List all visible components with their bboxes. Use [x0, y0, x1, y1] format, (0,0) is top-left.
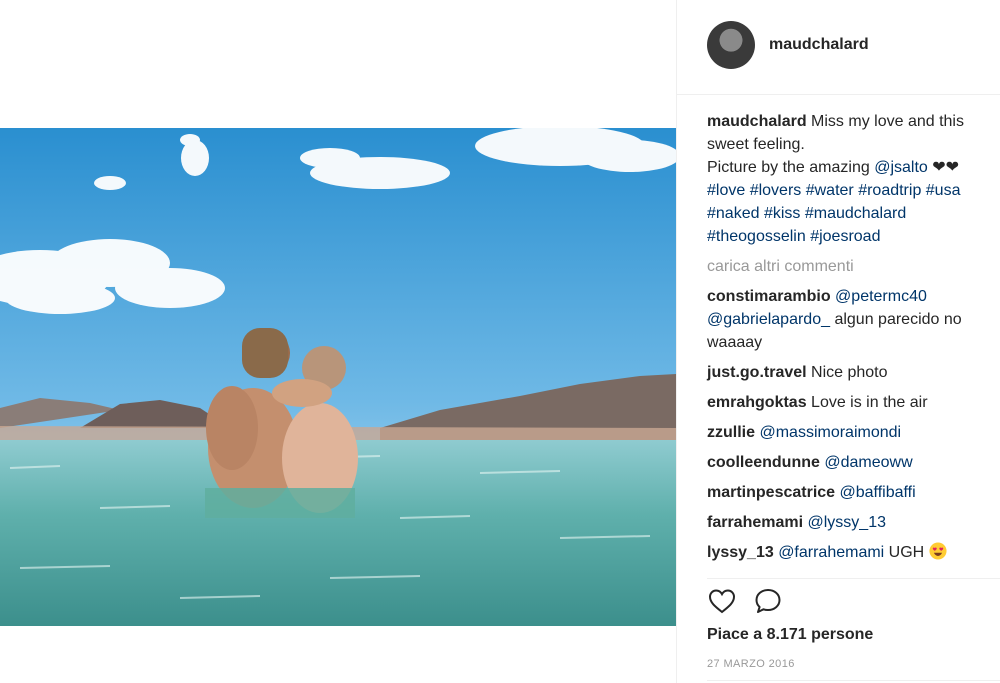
caption-username-link[interactable]: maudchalard	[707, 113, 807, 130]
heart-eyes-emoji-icon	[929, 542, 947, 560]
comment-username-link[interactable]: just.go.travel	[707, 364, 807, 381]
comment-text: Nice photo	[806, 364, 888, 381]
likes-count[interactable]: Piace a 8.171 persone	[707, 626, 873, 644]
load-more-comments-link[interactable]: carica altri commenti	[707, 257, 1000, 277]
comment-item: lyssy_13 @farrahemami UGH	[707, 541, 1000, 564]
post-sidebar: maudchalard maudchalard Miss my love and…	[676, 0, 1000, 683]
comment-username-link[interactable]: lyssy_13	[707, 544, 774, 561]
caption-mention-link[interactable]: @jsalto	[874, 159, 928, 176]
caption-hashtags-line2[interactable]: #naked #kiss #maudchalard	[707, 202, 1000, 225]
comment-mention-link[interactable]: @lyssy_13	[808, 514, 887, 531]
comment-mention-link[interactable]: @massimoraimondi	[759, 424, 901, 441]
comment-item: constimarambio @petermc40 @gabrielapardo…	[707, 285, 1000, 354]
comment-item: zzullie @massimoraimondi	[707, 421, 1000, 444]
comment-username-link[interactable]: coolleendunne	[707, 454, 820, 471]
photo-illustration	[0, 128, 676, 626]
heart-icon[interactable]	[707, 586, 737, 616]
comment-username-link[interactable]: farrahemami	[707, 514, 803, 531]
comment-item: coolleendunne @dameoww	[707, 451, 1000, 474]
caption-hashtags-line3[interactable]: #theogosselin #joesroad	[707, 225, 1000, 248]
comment-text: Love is in the air	[806, 394, 928, 411]
comment-text: UGH	[884, 544, 929, 561]
comment-mention-link[interactable]: @petermc40	[835, 288, 927, 305]
comment-mention-link[interactable]: @baffibaffi	[840, 484, 916, 501]
comment-item: emrahgoktas Love is in the air	[707, 391, 1000, 414]
action-bar	[707, 586, 783, 616]
caption-hearts: ❤❤	[927, 159, 960, 176]
caption-text-line3: Picture by the amazing	[707, 159, 875, 176]
comment-text: waaaay	[707, 334, 763, 351]
caption-hashtags-line1[interactable]: #love #lovers #water #roadtrip #usa	[707, 179, 1000, 202]
post-date[interactable]: 27 MARZO 2016	[707, 658, 795, 670]
header-username-link[interactable]: maudchalard	[769, 36, 869, 54]
comment-username-link[interactable]: zzullie	[707, 424, 755, 441]
avatar[interactable]	[707, 21, 755, 69]
comment-bubble-icon[interactable]	[753, 586, 783, 616]
header-divider	[677, 94, 1000, 95]
bottom-divider	[707, 680, 1000, 681]
comment-item: farrahemami @lyssy_13	[707, 511, 1000, 534]
comment-item: martinpescatrice @baffibaffi	[707, 481, 1000, 504]
comment-item: just.go.travel Nice photo	[707, 361, 1000, 384]
post-header: maudchalard	[707, 16, 869, 74]
post-photo[interactable]	[0, 128, 676, 626]
comment-mention-link[interactable]: @dameoww	[824, 454, 912, 471]
comments-section: maudchalard Miss my love and this sweet …	[707, 110, 1000, 564]
caption-text-line2: sweet feeling.	[707, 136, 805, 153]
caption-text-line1: Miss my love and this	[806, 113, 964, 130]
caption: maudchalard Miss my love and this sweet …	[707, 110, 1000, 248]
comment-mention-link[interactable]: @gabrielapardo_	[707, 311, 830, 328]
comment-username-link[interactable]: martinpescatrice	[707, 484, 835, 501]
actions-divider	[707, 578, 1000, 579]
comment-text: algun parecido no	[830, 311, 962, 328]
comment-username-link[interactable]: emrahgoktas	[707, 394, 807, 411]
comment-mention-link[interactable]: @farrahemami	[778, 544, 884, 561]
comment-username-link[interactable]: constimarambio	[707, 288, 831, 305]
